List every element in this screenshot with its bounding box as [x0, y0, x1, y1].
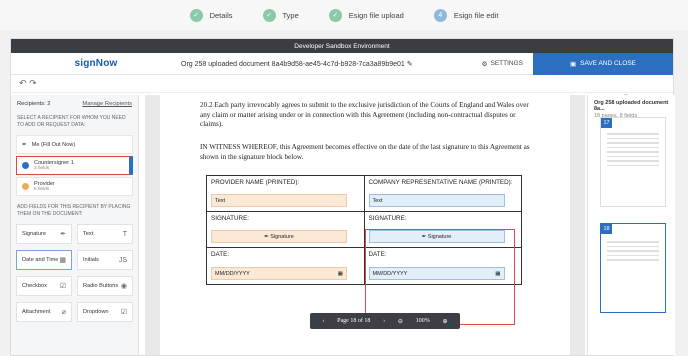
undo-icon[interactable]: ↶ — [19, 78, 27, 88]
checkbox-icon: ☑ — [59, 283, 66, 290]
zoom-in-icon[interactable]: ⊕ — [443, 318, 448, 325]
field-radio[interactable]: Radio Buttons ◉ — [77, 276, 133, 296]
step-edit[interactable]: 4 Esign file edit — [433, 8, 498, 22]
document-canvas: 20.2 Each party irrevocably agrees to su… — [145, 95, 585, 355]
save-and-close-button[interactable]: ▣ SAVE AND CLOSE — [533, 52, 673, 75]
field-date[interactable]: Date and Time ▦ — [16, 250, 72, 270]
zoom-select[interactable]: 100% — [416, 318, 430, 324]
attachment-icon: ⌀ — [61, 309, 66, 316]
field-attachment[interactable]: Attachment ⌀ — [16, 302, 72, 322]
check-icon: ✓ — [262, 8, 276, 22]
dropdown-icon: ☑ — [120, 309, 127, 316]
highlight-box — [365, 229, 515, 325]
step-number: 4 — [433, 8, 447, 22]
prev-page-icon[interactable]: ‹ — [322, 318, 324, 324]
pages-panel: Org 258 uploaded document 8a... 18 pages… — [587, 95, 675, 355]
document-page: 20.2 Each party irrevocably agrees to su… — [160, 95, 570, 355]
check-icon: ✓ — [189, 8, 203, 22]
editor-header: signNow Org 258 uploaded document 8a4b9d… — [11, 52, 673, 75]
calendar-icon: ▦ — [59, 257, 66, 264]
signature-icon: ✒ — [60, 231, 66, 238]
provider-signature-field[interactable]: ✒ Signature — [211, 230, 347, 243]
text-icon: T — [122, 230, 127, 238]
provider-date-field[interactable]: MM/DD/YYYY ▦ — [211, 267, 347, 280]
field-signature[interactable]: Signature ✒ — [16, 224, 72, 244]
progress-steps: ✓ Details ✓ Type ✓ Esign file upload 4 Esign… — [0, 0, 688, 30]
manage-recipients-link[interactable]: Manage Recipients — [82, 101, 132, 107]
initials-icon: JS — [118, 256, 127, 264]
recipient-provider[interactable]: Provider 5 fields — [16, 177, 133, 196]
field-initials[interactable]: Initials JS — [77, 250, 133, 270]
editor-frame: Developer Sandbox Environment signNow Or… — [10, 38, 675, 356]
step-upload[interactable]: ✓ Esign file upload — [328, 8, 404, 22]
gear-icon: ⚙ — [481, 60, 488, 68]
logo: signNow — [74, 58, 118, 69]
recipient-countersigner[interactable]: Countersigner 13 fields — [16, 156, 133, 175]
save-icon: ▣ — [569, 60, 577, 68]
step-details[interactable]: ✓ Details — [189, 8, 233, 22]
field-text[interactable]: Text T — [77, 224, 133, 244]
page-thumbnail-selected[interactable]: 18 — [600, 223, 666, 313]
check-icon: ✓ — [328, 8, 342, 22]
recipient-me[interactable]: ✒ Me (Fill Out Now) — [16, 135, 133, 154]
dev-banner: Developer Sandbox Environment — [11, 39, 673, 53]
field-dropdown[interactable]: Dropdown ☑ — [77, 302, 133, 322]
next-page-icon[interactable]: › — [383, 318, 385, 324]
settings-button[interactable]: ⚙ SETTINGS — [482, 60, 523, 68]
field-checkbox[interactable]: Checkbox ☑ — [16, 276, 72, 296]
left-panel: Recipients: 2 Manage Recipients SELECT A … — [11, 95, 139, 355]
page-navigator: ‹ Page 18 of 18 › ⊖ 100% ⊕ — [310, 313, 460, 329]
provider-text-field[interactable]: Text — [211, 194, 347, 207]
edit-icon[interactable]: ✎ — [407, 61, 413, 68]
page-thumbnail[interactable]: 17 — [600, 117, 666, 207]
calendar-icon: ▦ — [337, 271, 343, 277]
pen-icon: ✒ — [22, 141, 27, 148]
redo-icon[interactable]: ↷ — [29, 78, 37, 88]
radio-icon: ◉ — [120, 283, 127, 290]
user-icon — [22, 162, 29, 169]
zoom-out-icon[interactable]: ⊖ — [398, 318, 403, 325]
toolbar: ↶ ↷ ⤓⌖❐ — [11, 75, 675, 355]
step-type[interactable]: ✓ Type — [262, 8, 299, 22]
document-title[interactable]: Org 258 uploaded document 8a4b9d58-ae45-… — [181, 60, 482, 68]
company-text-field[interactable]: Text — [368, 194, 505, 207]
user-icon — [22, 183, 29, 190]
